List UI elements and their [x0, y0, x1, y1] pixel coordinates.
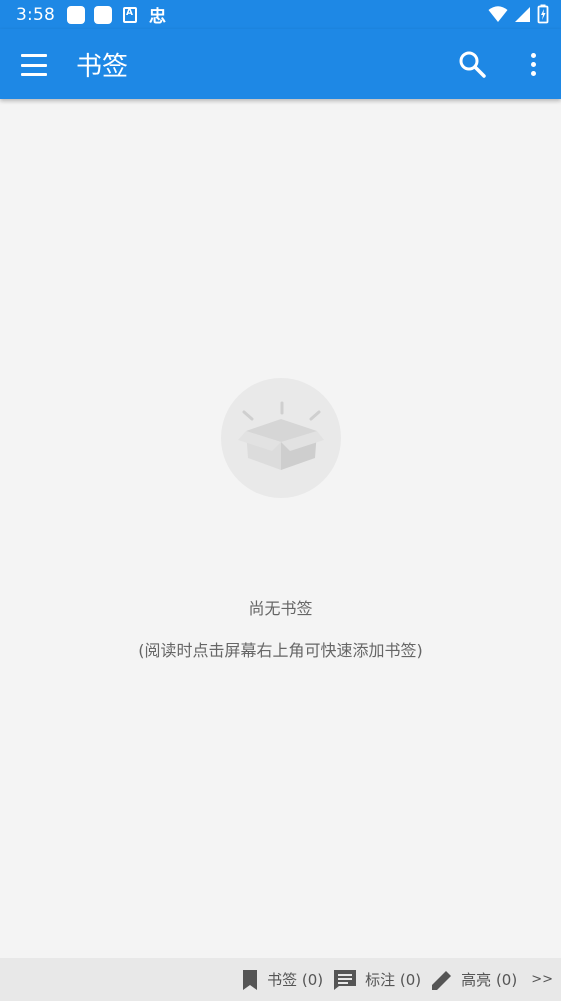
wifi-icon	[488, 6, 508, 22]
status-time: 3:58	[16, 4, 55, 25]
empty-box-icon	[238, 401, 324, 470]
bookmark-icon	[243, 969, 258, 990]
menu-icon	[21, 73, 47, 76]
menu-icon	[21, 63, 47, 67]
tab-highlights[interactable]: 高亮 (0)	[431, 969, 517, 991]
menu-icon	[21, 54, 47, 57]
more-dot-icon	[530, 52, 536, 58]
tab-annotations[interactable]: 标注 (0)	[333, 969, 421, 991]
more-options-button[interactable]	[522, 48, 544, 80]
empty-state-hint: (阅读时点击屏幕右上角可快速添加书签)	[138, 641, 423, 660]
more-dot-icon	[530, 61, 536, 67]
tab-label: 书签 (0)	[267, 971, 324, 989]
menu-button[interactable]	[18, 50, 50, 80]
tab-label: 标注 (0)	[365, 971, 422, 989]
app-bar: 书签	[0, 29, 561, 99]
app-notification-glyph: 忠	[148, 7, 166, 27]
bottom-tab-bar: 书签 (0) 标注 (0) 高亮 (0) >>	[0, 958, 561, 1001]
search-icon[interactable]	[456, 48, 488, 80]
tab-bookmarks[interactable]: 书签 (0)	[241, 969, 323, 991]
signal-icon	[515, 7, 530, 22]
more-tabs-button[interactable]: >>	[531, 972, 553, 987]
battery-icon	[537, 4, 549, 24]
more-dot-icon	[530, 70, 536, 76]
translate-icon	[122, 6, 137, 23]
page-title: 书签	[76, 52, 129, 82]
pencil-icon	[432, 970, 452, 990]
empty-box-illustration	[221, 378, 341, 498]
comment-icon	[334, 969, 357, 990]
status-bar: 3:58 忠	[0, 0, 561, 29]
tab-label: 高亮 (0)	[461, 971, 518, 989]
status-icons	[488, 4, 549, 24]
notification-icon	[66, 5, 85, 24]
empty-state-title: 尚无书签	[248, 599, 313, 618]
notification-icon	[93, 5, 112, 24]
